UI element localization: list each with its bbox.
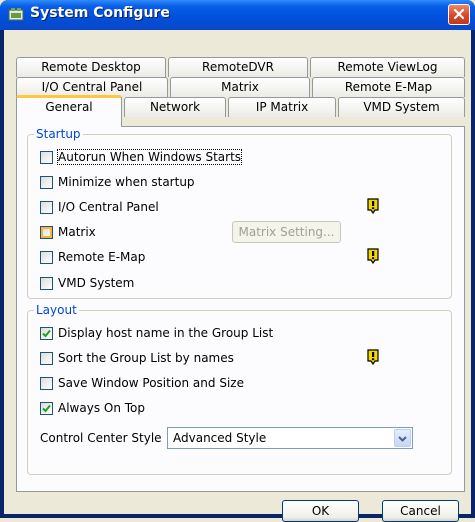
minimize-label: Minimize when startup xyxy=(58,175,195,189)
tab-label: Remote ViewLog xyxy=(337,60,438,74)
vmd-system-checkbox[interactable] xyxy=(40,276,53,290)
sort-group-list-checkbox[interactable] xyxy=(40,351,53,365)
warning-icon xyxy=(367,349,379,365)
startup-group: Startup Autorun When Windows Starts Mini… xyxy=(27,127,452,299)
dropdown-button[interactable] xyxy=(394,429,411,447)
tab-remote-emap[interactable]: Remote E-Map xyxy=(312,77,465,97)
tab-ip-matrix[interactable]: IP Matrix xyxy=(228,97,336,117)
minimize-checkbox-row[interactable]: Minimize when startup xyxy=(40,174,195,190)
save-window-position-label: Save Window Position and Size xyxy=(58,376,244,390)
save-window-position-checkbox[interactable] xyxy=(40,376,53,390)
matrix-checkbox-row[interactable]: Matrix xyxy=(40,224,96,240)
warning-icon xyxy=(367,248,379,264)
tab-label: I/O Central Panel xyxy=(41,80,143,94)
tab-label: Remote Desktop xyxy=(41,60,141,74)
tab-vmd-system[interactable]: VMD System xyxy=(338,97,465,117)
autorun-label: Autorun When Windows Starts xyxy=(56,149,243,165)
sort-group-list-label: Sort the Group List by names xyxy=(58,351,234,365)
display-host-name-checkbox[interactable] xyxy=(40,326,53,340)
matrix-label: Matrix xyxy=(58,225,96,239)
startup-group-label: Startup xyxy=(34,127,83,141)
vmd-system-label: VMD System xyxy=(58,276,135,290)
close-icon xyxy=(453,8,465,20)
general-tab-panel: Startup Autorun When Windows Starts Mini… xyxy=(16,126,465,492)
close-button[interactable] xyxy=(448,4,470,25)
tab-label: RemoteDVR xyxy=(202,60,274,74)
remote-emap-checkbox-row[interactable]: Remote E-Map xyxy=(40,249,145,265)
remote-emap-checkbox[interactable] xyxy=(40,250,53,264)
matrix-setting-button[interactable]: Matrix Setting... xyxy=(232,221,341,243)
tab-label: Remote E-Map xyxy=(344,80,433,94)
always-on-top-label: Always On Top xyxy=(58,401,145,415)
sort-group-list-checkbox-row[interactable]: Sort the Group List by names xyxy=(40,350,234,366)
system-configure-window: System Configure Remote Desktop RemoteDV… xyxy=(0,0,475,522)
tab-remote-desktop[interactable]: Remote Desktop xyxy=(16,57,166,77)
vmd-system-checkbox-row[interactable]: VMD System xyxy=(40,275,134,291)
io-central-panel-checkbox[interactable] xyxy=(40,200,53,214)
control-center-style-select[interactable]: Advanced Style xyxy=(167,427,413,449)
cancel-button[interactable]: Cancel xyxy=(382,500,459,522)
control-center-style-value: Advanced Style xyxy=(173,431,267,445)
tab-io-central-panel[interactable]: I/O Central Panel xyxy=(16,77,168,97)
always-on-top-checkbox-row[interactable]: Always On Top xyxy=(40,400,145,416)
display-host-name-label: Display host name in the Group List xyxy=(58,326,274,340)
tab-label: Network xyxy=(149,100,201,114)
minimize-checkbox[interactable] xyxy=(40,175,53,189)
ok-button[interactable]: OK xyxy=(282,500,359,522)
tab-remotedvr[interactable]: RemoteDVR xyxy=(168,57,308,77)
checkmark-icon xyxy=(42,329,51,337)
control-center-style-label: Control Center Style xyxy=(40,431,162,445)
io-central-panel-label: I/O Central Panel xyxy=(58,200,159,214)
checkmark-icon xyxy=(42,404,51,412)
warning-icon xyxy=(367,198,379,214)
tab-label: VMD System xyxy=(363,100,440,114)
remote-emap-label: Remote E-Map xyxy=(58,250,146,264)
tab-matrix[interactable]: Matrix xyxy=(170,77,310,97)
display-host-name-checkbox-row[interactable]: Display host name in the Group List xyxy=(40,325,273,341)
dialog-client: Remote Desktop RemoteDVR Remote ViewLog … xyxy=(4,30,471,522)
chevron-down-icon xyxy=(398,436,407,442)
layout-group-label: Layout xyxy=(34,303,79,317)
tab-remote-viewlog[interactable]: Remote ViewLog xyxy=(310,57,465,77)
autorun-checkbox-row[interactable]: Autorun When Windows Starts xyxy=(40,149,243,165)
tab-label: General xyxy=(45,100,93,114)
window-title: System Configure xyxy=(30,5,170,21)
save-window-position-checkbox-row[interactable]: Save Window Position and Size xyxy=(40,375,244,391)
matrix-checkbox[interactable] xyxy=(40,225,53,239)
tab-general[interactable]: General xyxy=(16,95,122,127)
io-central-panel-checkbox-row[interactable]: I/O Central Panel xyxy=(40,199,159,215)
tab-label: Matrix xyxy=(221,80,259,94)
title-bar[interactable]: System Configure xyxy=(0,0,475,30)
tab-network[interactable]: Network xyxy=(124,97,226,117)
layout-group: Layout Display host name in the Group Li… xyxy=(27,303,452,475)
autorun-checkbox[interactable] xyxy=(40,150,53,164)
always-on-top-checkbox[interactable] xyxy=(40,401,53,415)
tab-label: IP Matrix xyxy=(255,100,309,114)
app-icon xyxy=(8,8,24,21)
